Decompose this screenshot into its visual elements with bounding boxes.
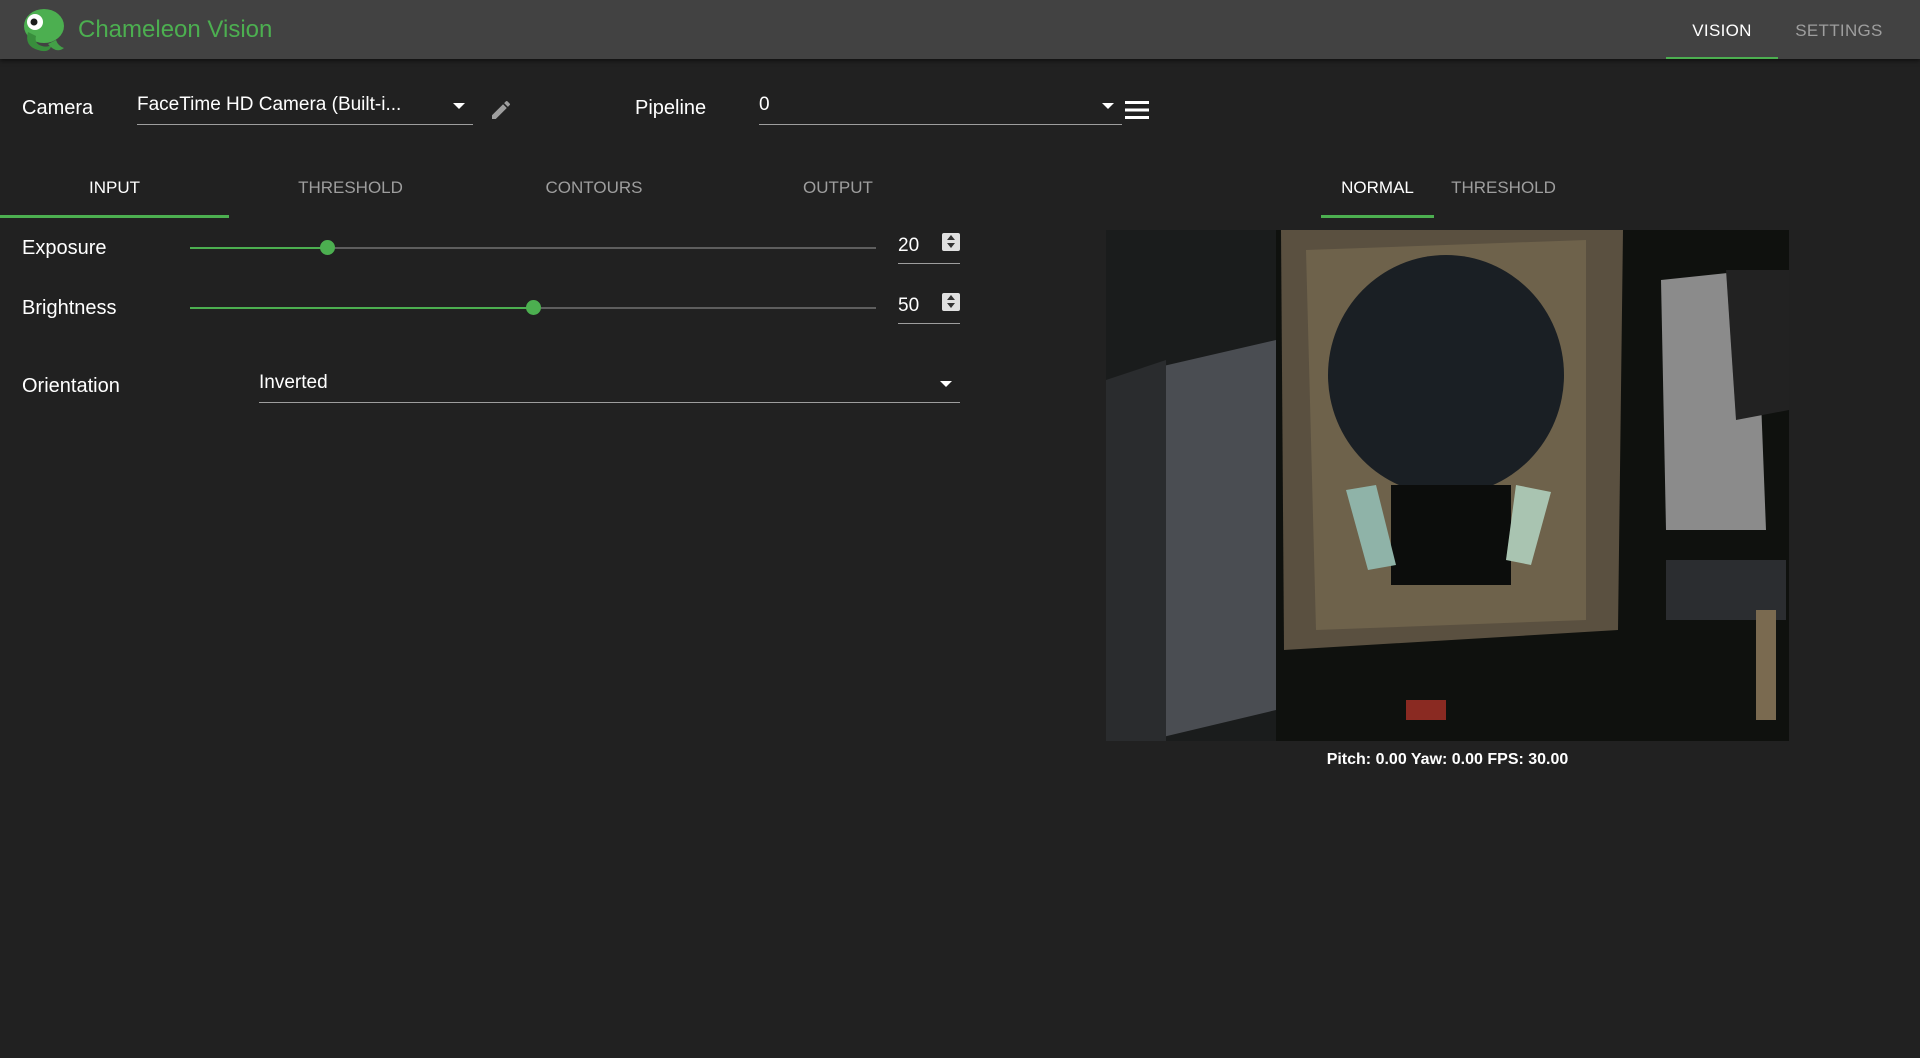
tab-output[interactable]: OUTPUT <box>716 163 960 218</box>
app-bar: Chameleon Vision VISION SETTINGS <box>0 0 1920 59</box>
spinner-icon[interactable] <box>942 293 960 311</box>
exposure-label: Exposure <box>22 237 107 259</box>
pipeline-select[interactable]: 0 <box>759 90 1122 125</box>
chevron-down-icon <box>1102 103 1114 109</box>
pencil-icon[interactable] <box>489 98 513 122</box>
camera-feed-image <box>1106 230 1789 741</box>
brightness-label: Brightness <box>22 297 117 319</box>
brightness-value: 50 <box>898 295 920 316</box>
brightness-slider-thumb[interactable] <box>526 300 541 315</box>
spinner-icon[interactable] <box>942 233 960 251</box>
camera-select[interactable]: FaceTime HD Camera (Built-i... <box>137 90 473 125</box>
orientation-label: Orientation <box>22 375 120 397</box>
exposure-value: 20 <box>898 235 920 256</box>
tab-input[interactable]: INPUT <box>0 163 229 218</box>
tab-contours[interactable]: CONTOURS <box>472 163 716 218</box>
exposure-slider[interactable] <box>190 240 876 255</box>
tab-settings[interactable]: SETTINGS <box>1778 0 1900 59</box>
chevron-down-icon <box>940 381 952 387</box>
exposure-field[interactable]: 20 <box>898 233 960 264</box>
brightness-field[interactable]: 50 <box>898 293 960 324</box>
tab-normal[interactable]: NORMAL <box>1321 163 1434 218</box>
tab-view-threshold[interactable]: THRESHOLD <box>1434 163 1573 218</box>
brightness-slider[interactable] <box>190 300 876 315</box>
exposure-slider-fill <box>190 247 328 249</box>
menu-icon[interactable] <box>1125 99 1149 121</box>
brightness-slider-fill <box>190 307 533 309</box>
camera-select-value: FaceTime HD Camera (Built-i... <box>137 94 402 115</box>
orientation-select[interactable]: Inverted <box>259 368 960 403</box>
pipeline-label: Pipeline <box>635 97 707 119</box>
tab-threshold[interactable]: THRESHOLD <box>229 163 472 218</box>
tab-vision[interactable]: VISION <box>1666 0 1778 59</box>
pipeline-select-value: 0 <box>759 94 770 115</box>
chevron-down-icon <box>453 103 465 109</box>
chameleon-logo-icon <box>24 9 64 52</box>
exposure-slider-thumb[interactable] <box>320 240 336 255</box>
orientation-select-value: Inverted <box>259 372 328 393</box>
stats-readout: Pitch: 0.00 Yaw: 0.00 FPS: 30.00 <box>1326 751 1569 768</box>
app-title: Chameleon Vision <box>78 16 273 43</box>
camera-label: Camera <box>22 97 94 119</box>
